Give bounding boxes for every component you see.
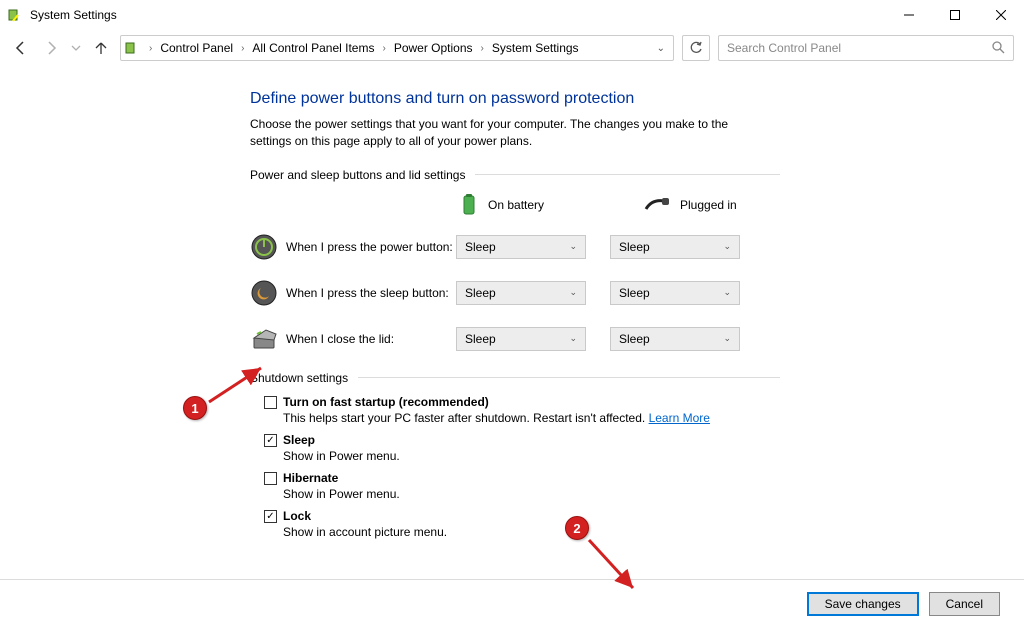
address-dropdown-button[interactable]: ⌄ (649, 43, 673, 54)
divider (358, 377, 780, 378)
chevron-right-icon[interactable]: › (376, 43, 391, 54)
search-input[interactable]: Search Control Panel (718, 35, 1014, 61)
chevron-down-icon: ⌄ (569, 241, 577, 252)
select-lid-battery[interactable]: Sleep⌄ (456, 327, 586, 351)
address-breadcrumb[interactable]: › Control Panel › All Control Panel Item… (120, 35, 674, 61)
battery-icon (460, 192, 478, 219)
power-options-icon (125, 40, 141, 56)
learn-more-link[interactable]: Learn More (649, 411, 710, 425)
chevron-down-icon: ⌄ (569, 287, 577, 298)
chevron-down-icon: ⌄ (723, 287, 731, 298)
refresh-button[interactable] (682, 35, 710, 61)
divider (475, 174, 780, 175)
setting-row-lid: When I close the lid: Sleep⌄ Sleep⌄ (250, 325, 780, 353)
checkbox-label: Sleep (283, 433, 315, 447)
select-lid-plugged[interactable]: Sleep⌄ (610, 327, 740, 351)
back-button[interactable] (10, 37, 32, 59)
navigation-bar: › Control Panel › All Control Panel Item… (0, 30, 1024, 66)
up-button[interactable] (90, 37, 112, 59)
window-title: System Settings (30, 8, 117, 22)
chevron-right-icon[interactable]: › (475, 43, 490, 54)
sleep-button-icon (250, 279, 278, 307)
power-button-icon (250, 233, 278, 261)
footer: Save changes Cancel (0, 579, 1024, 616)
breadcrumb-item[interactable]: System Settings (490, 41, 581, 55)
minimize-button[interactable] (886, 0, 932, 30)
breadcrumb-item[interactable]: Power Options (392, 41, 475, 55)
save-button[interactable]: Save changes (807, 592, 919, 616)
checkbox-lock[interactable]: ✓ (264, 510, 277, 523)
recent-locations-button[interactable] (70, 37, 82, 59)
checkbox-description: This helps start your PC faster after sh… (283, 411, 780, 425)
column-header-battery: On battery (488, 198, 544, 212)
checkbox-fast-startup[interactable] (264, 396, 277, 409)
chevron-down-icon: ⌄ (723, 241, 731, 252)
search-icon (991, 40, 1005, 57)
setting-row-power-button: When I press the power button: Sleep⌄ Sl… (250, 233, 780, 261)
checkbox-label: Lock (283, 509, 311, 523)
checkbox-label: Turn on fast startup (recommended) (283, 395, 489, 409)
chevron-right-icon[interactable]: › (235, 43, 250, 54)
titlebar: System Settings (0, 0, 1024, 30)
maximize-button[interactable] (932, 0, 978, 30)
checkbox-description: Show in account picture menu. (283, 525, 780, 539)
search-placeholder: Search Control Panel (727, 41, 991, 55)
group-label-power-buttons: Power and sleep buttons and lid settings (250, 168, 465, 182)
callout-1: 1 (183, 396, 207, 420)
select-power-button-battery[interactable]: Sleep⌄ (456, 235, 586, 259)
page-title: Define power buttons and turn on passwor… (250, 90, 780, 108)
select-power-button-plugged[interactable]: Sleep⌄ (610, 235, 740, 259)
close-button[interactable] (978, 0, 1024, 30)
chevron-down-icon: ⌄ (569, 333, 577, 344)
power-options-icon (8, 7, 24, 23)
checkbox-label: Hibernate (283, 471, 338, 485)
content-area: Define power buttons and turn on passwor… (0, 66, 780, 539)
checkbox-sleep[interactable]: ✓ (264, 434, 277, 447)
cancel-button[interactable]: Cancel (929, 592, 1000, 616)
callout-2: 2 (565, 516, 589, 540)
setting-row-sleep-button: When I press the sleep button: Sleep⌄ Sl… (250, 279, 780, 307)
breadcrumb-item[interactable]: Control Panel (158, 41, 235, 55)
column-header-plugged: Plugged in (680, 198, 737, 212)
checkbox-hibernate[interactable] (264, 472, 277, 485)
plug-icon (644, 197, 670, 214)
page-description: Choose the power settings that you want … (250, 116, 770, 150)
setting-label: When I close the lid: (286, 332, 456, 346)
setting-label: When I press the sleep button: (286, 286, 456, 300)
select-sleep-button-battery[interactable]: Sleep⌄ (456, 281, 586, 305)
group-label-shutdown: Shutdown settings (250, 371, 348, 385)
checkbox-description: Show in Power menu. (283, 449, 780, 463)
forward-button[interactable] (40, 37, 62, 59)
checkbox-description: Show in Power menu. (283, 487, 780, 501)
chevron-down-icon: ⌄ (723, 333, 731, 344)
chevron-right-icon[interactable]: › (143, 43, 158, 54)
laptop-lid-icon (250, 325, 278, 353)
setting-label: When I press the power button: (286, 240, 456, 254)
breadcrumb-item[interactable]: All Control Panel Items (250, 41, 376, 55)
select-sleep-button-plugged[interactable]: Sleep⌄ (610, 281, 740, 305)
